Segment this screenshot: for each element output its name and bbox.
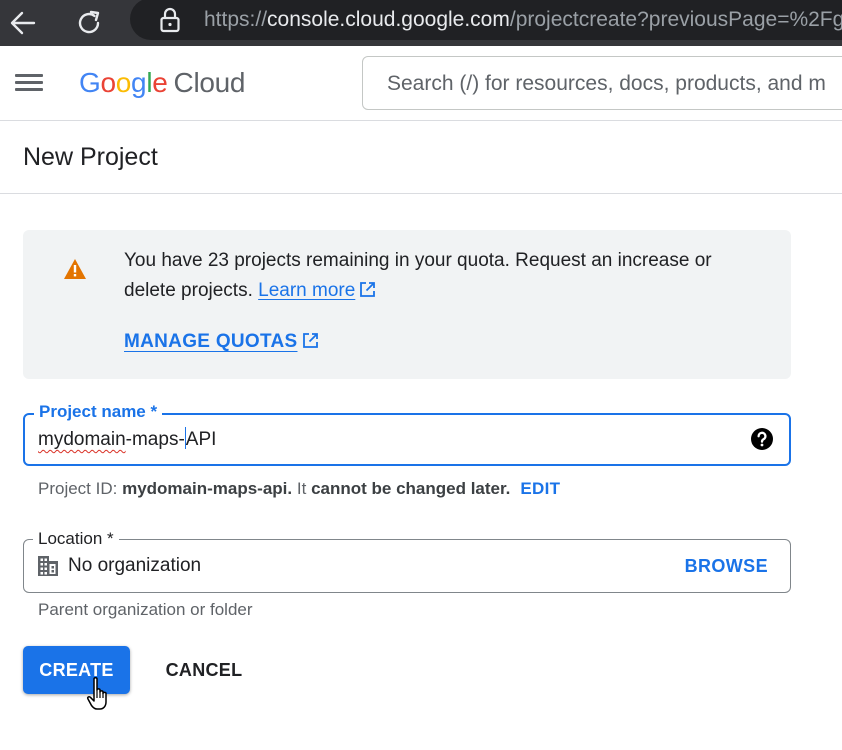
warning-icon — [63, 258, 87, 280]
page-title: New Project — [23, 143, 158, 171]
hand-pointer-cursor-icon — [86, 676, 114, 712]
project-id-value: mydomain-maps-api. — [122, 479, 293, 498]
search-placeholder: Search (/) for resources, docs, products… — [387, 72, 826, 95]
project-name-label: Project name * — [34, 401, 163, 423]
learn-more-link[interactable]: Learn more — [258, 280, 355, 301]
location-label: Location * — [33, 528, 119, 550]
cancel-button[interactable]: CANCEL — [152, 646, 256, 694]
edit-project-id-button[interactable]: EDIT — [520, 479, 560, 498]
manage-quotas-link[interactable]: MANAGE QUOTAS — [124, 328, 319, 356]
url-host: console.cloud.google.com — [267, 8, 510, 31]
external-link-icon — [302, 333, 318, 348]
logo-letter: G — [79, 67, 101, 98]
quota-warning-banner: You have 23 projects remaining in your q… — [23, 230, 791, 379]
browse-button[interactable]: BROWSE — [685, 554, 768, 578]
address-url[interactable]: https://console.cloud.google.com/project… — [204, 6, 842, 34]
location-hint: Parent organization or folder — [38, 600, 253, 619]
manage-quotas-label: MANAGE QUOTAS — [124, 331, 298, 352]
help-icon[interactable] — [750, 427, 774, 451]
logo-letter: g — [131, 67, 147, 98]
logo-cloud-text: Cloud — [173, 67, 246, 98]
project-name-field[interactable]: Project name * mydomain-maps-API — [23, 401, 791, 466]
back-arrow-icon[interactable] — [6, 6, 40, 40]
project-name-input[interactable]: mydomain-maps-API — [38, 427, 216, 453]
quota-warning-text: You have 23 projects remaining in your q… — [124, 246, 764, 306]
logo-letter: o — [100, 67, 116, 98]
url-path: /projectcreate?previousPage=%2Fg — [509, 8, 842, 31]
logo-letter: o — [115, 67, 132, 98]
lock-icon[interactable] — [158, 6, 184, 34]
project-name-value-part: -maps- — [125, 429, 185, 450]
project-id-warning: cannot be changed later. — [311, 479, 511, 498]
location-field[interactable]: Location * No organization BROWSE — [23, 528, 791, 593]
hamburger-menu-icon[interactable] — [12, 68, 46, 98]
reload-icon[interactable] — [72, 6, 106, 40]
learn-more-label: Learn more — [258, 280, 356, 301]
logo-letter: e — [152, 67, 168, 98]
external-link-icon[interactable] — [359, 281, 376, 298]
google-cloud-logo[interactable]: Google Cloud — [79, 64, 246, 102]
project-name-value-part: API — [185, 429, 217, 450]
browser-toolbar: https://console.cloud.google.com/project… — [0, 0, 842, 46]
quota-message: You have 23 projects remaining in your q… — [124, 250, 712, 301]
url-scheme: https:// — [204, 8, 268, 31]
page-title-bar: New Project — [0, 121, 842, 194]
project-id-text: It — [296, 479, 307, 498]
building-icon — [37, 555, 59, 577]
location-value: No organization — [68, 555, 202, 576]
project-name-value-part: mydomain — [38, 429, 126, 450]
cancel-button-label: CANCEL — [165, 659, 243, 680]
project-id-prefix: Project ID: — [38, 479, 118, 498]
console-header: Google Cloud Search (/) for resources, do… — [0, 46, 842, 121]
search-input[interactable]: Search (/) for resources, docs, products… — [362, 56, 842, 110]
project-id-info: Project ID: mydomain-maps-api. It cannot… — [38, 478, 560, 500]
